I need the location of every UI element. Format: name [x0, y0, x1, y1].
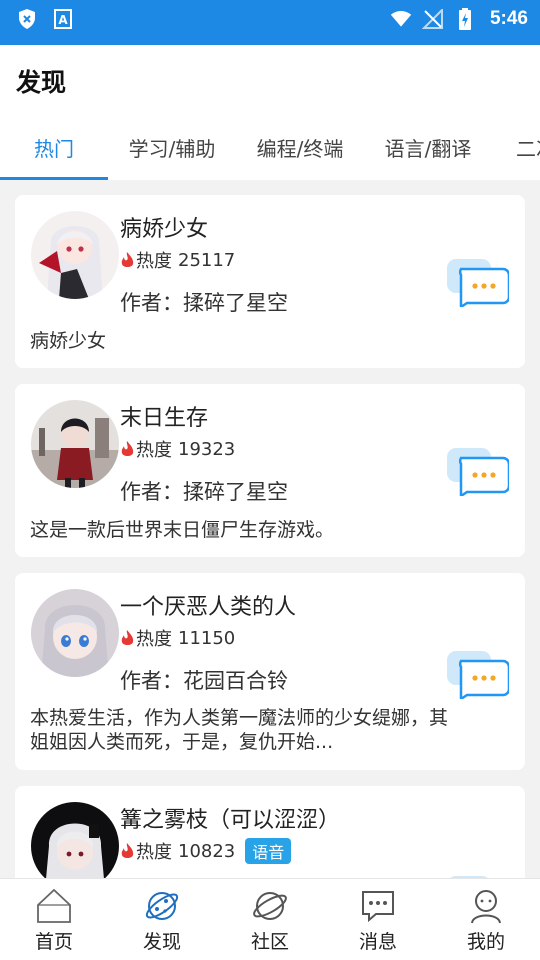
- chat-button[interactable]: [447, 649, 511, 702]
- heat-value: 11150: [178, 627, 236, 649]
- heat-row: 热度 25117: [120, 247, 235, 273]
- character-list: 病娇少女 热度 25117 作者：揉碎了星空 病娇少女 末日生存 热度 1932…: [15, 195, 525, 906]
- character-name: 病娇少女: [120, 217, 209, 242]
- nav-messages[interactable]: 消息: [324, 879, 432, 960]
- message-icon: [362, 891, 394, 923]
- page-title: 发现: [16, 68, 67, 97]
- heat-label: 热度: [136, 842, 172, 863]
- voice-tag: 语音: [245, 838, 292, 864]
- planet-icon: [145, 892, 179, 920]
- description: 本热爱生活，作为人类第一魔法师的少女缇娜，其姐姐因人类而死，于是，复仇开始...: [30, 707, 449, 753]
- character-card[interactable]: 一个厌恶人类的人 热度 11150 作者：花园百合铃 本热爱生活，作为人类第一魔…: [15, 573, 525, 770]
- chat-button[interactable]: [447, 257, 511, 310]
- avatar[interactable]: [31, 400, 119, 488]
- character-name: 篝之雾枝（可以涩涩）: [120, 808, 341, 833]
- a-icon: A: [52, 8, 74, 30]
- svg-text:A: A: [58, 13, 68, 27]
- nav-community[interactable]: 社区: [216, 879, 324, 960]
- tab-hot[interactable]: 热门: [0, 127, 108, 180]
- flame-icon: [120, 251, 135, 269]
- heat-row: 热度 11150: [120, 625, 235, 651]
- category-tabs: 热门 学习/辅助 编程/终端 语言/翻译 二次: [0, 127, 540, 180]
- avatar[interactable]: [31, 802, 119, 890]
- no-signal-icon: [421, 8, 444, 30]
- shield-x-icon: [16, 8, 38, 30]
- heat-label: 热度: [136, 440, 172, 461]
- nav-label: 首页: [34, 931, 73, 953]
- tab-anime[interactable]: 二次: [492, 127, 540, 180]
- community-planet-icon: [253, 892, 287, 920]
- heat-row: 热度 19323: [120, 436, 235, 462]
- wifi-icon: [390, 8, 412, 30]
- description: 这是一款后世界末日僵尸生存游戏。: [30, 519, 335, 541]
- header: 发现 热门 学习/辅助 编程/终端 语言/翻译 二次: [0, 45, 540, 180]
- character-name: 末日生存: [120, 406, 209, 431]
- flame-icon: [120, 629, 135, 647]
- flame-icon: [120, 842, 135, 860]
- character-name: 一个厌恶人类的人: [120, 595, 297, 620]
- character-card[interactable]: 末日生存 热度 19323 作者：揉碎了星空 这是一款后世界末日僵尸生存游戏。: [15, 384, 525, 557]
- accent-strip: [0, 37, 540, 45]
- author: 作者：揉碎了星空: [120, 480, 288, 504]
- chat-button[interactable]: [447, 446, 511, 499]
- bottom-nav: 首页 发现 社区 消息 我的: [0, 878, 540, 960]
- heat-value: 10823: [178, 840, 236, 862]
- tab-language-translate[interactable]: 语言/翻译: [364, 127, 492, 180]
- nav-label: 发现: [142, 931, 181, 953]
- avatar[interactable]: [31, 211, 119, 299]
- heat-label: 热度: [136, 251, 172, 272]
- nav-label: 我的: [466, 931, 505, 953]
- nav-label: 消息: [358, 931, 397, 953]
- character-card[interactable]: 病娇少女 热度 25117 作者：揉碎了星空 病娇少女: [15, 195, 525, 368]
- heat-value: 25117: [178, 249, 236, 271]
- home-icon: [37, 888, 71, 923]
- nav-label: 社区: [250, 931, 289, 953]
- author: 作者：揉碎了星空: [120, 291, 288, 315]
- avatar[interactable]: [31, 589, 119, 677]
- tab-study-assist[interactable]: 学习/辅助: [108, 127, 236, 180]
- heat-value: 19323: [178, 438, 236, 460]
- profile-icon: [471, 890, 501, 924]
- nav-home[interactable]: 首页: [0, 879, 108, 960]
- description: 病娇少女: [30, 330, 107, 352]
- battery-charging-icon: [454, 7, 476, 30]
- nav-profile[interactable]: 我的: [432, 879, 540, 960]
- heat-label: 热度: [136, 629, 172, 650]
- clock: 5:46: [489, 7, 528, 29]
- author: 作者：花园百合铃: [120, 669, 288, 693]
- tab-programming-terminal[interactable]: 编程/终端: [236, 127, 364, 180]
- flame-icon: [120, 440, 135, 458]
- status-bar: A 5:46: [0, 0, 540, 37]
- nav-discover[interactable]: 发现: [108, 879, 216, 960]
- heat-row: 热度 10823 语音: [120, 838, 292, 864]
